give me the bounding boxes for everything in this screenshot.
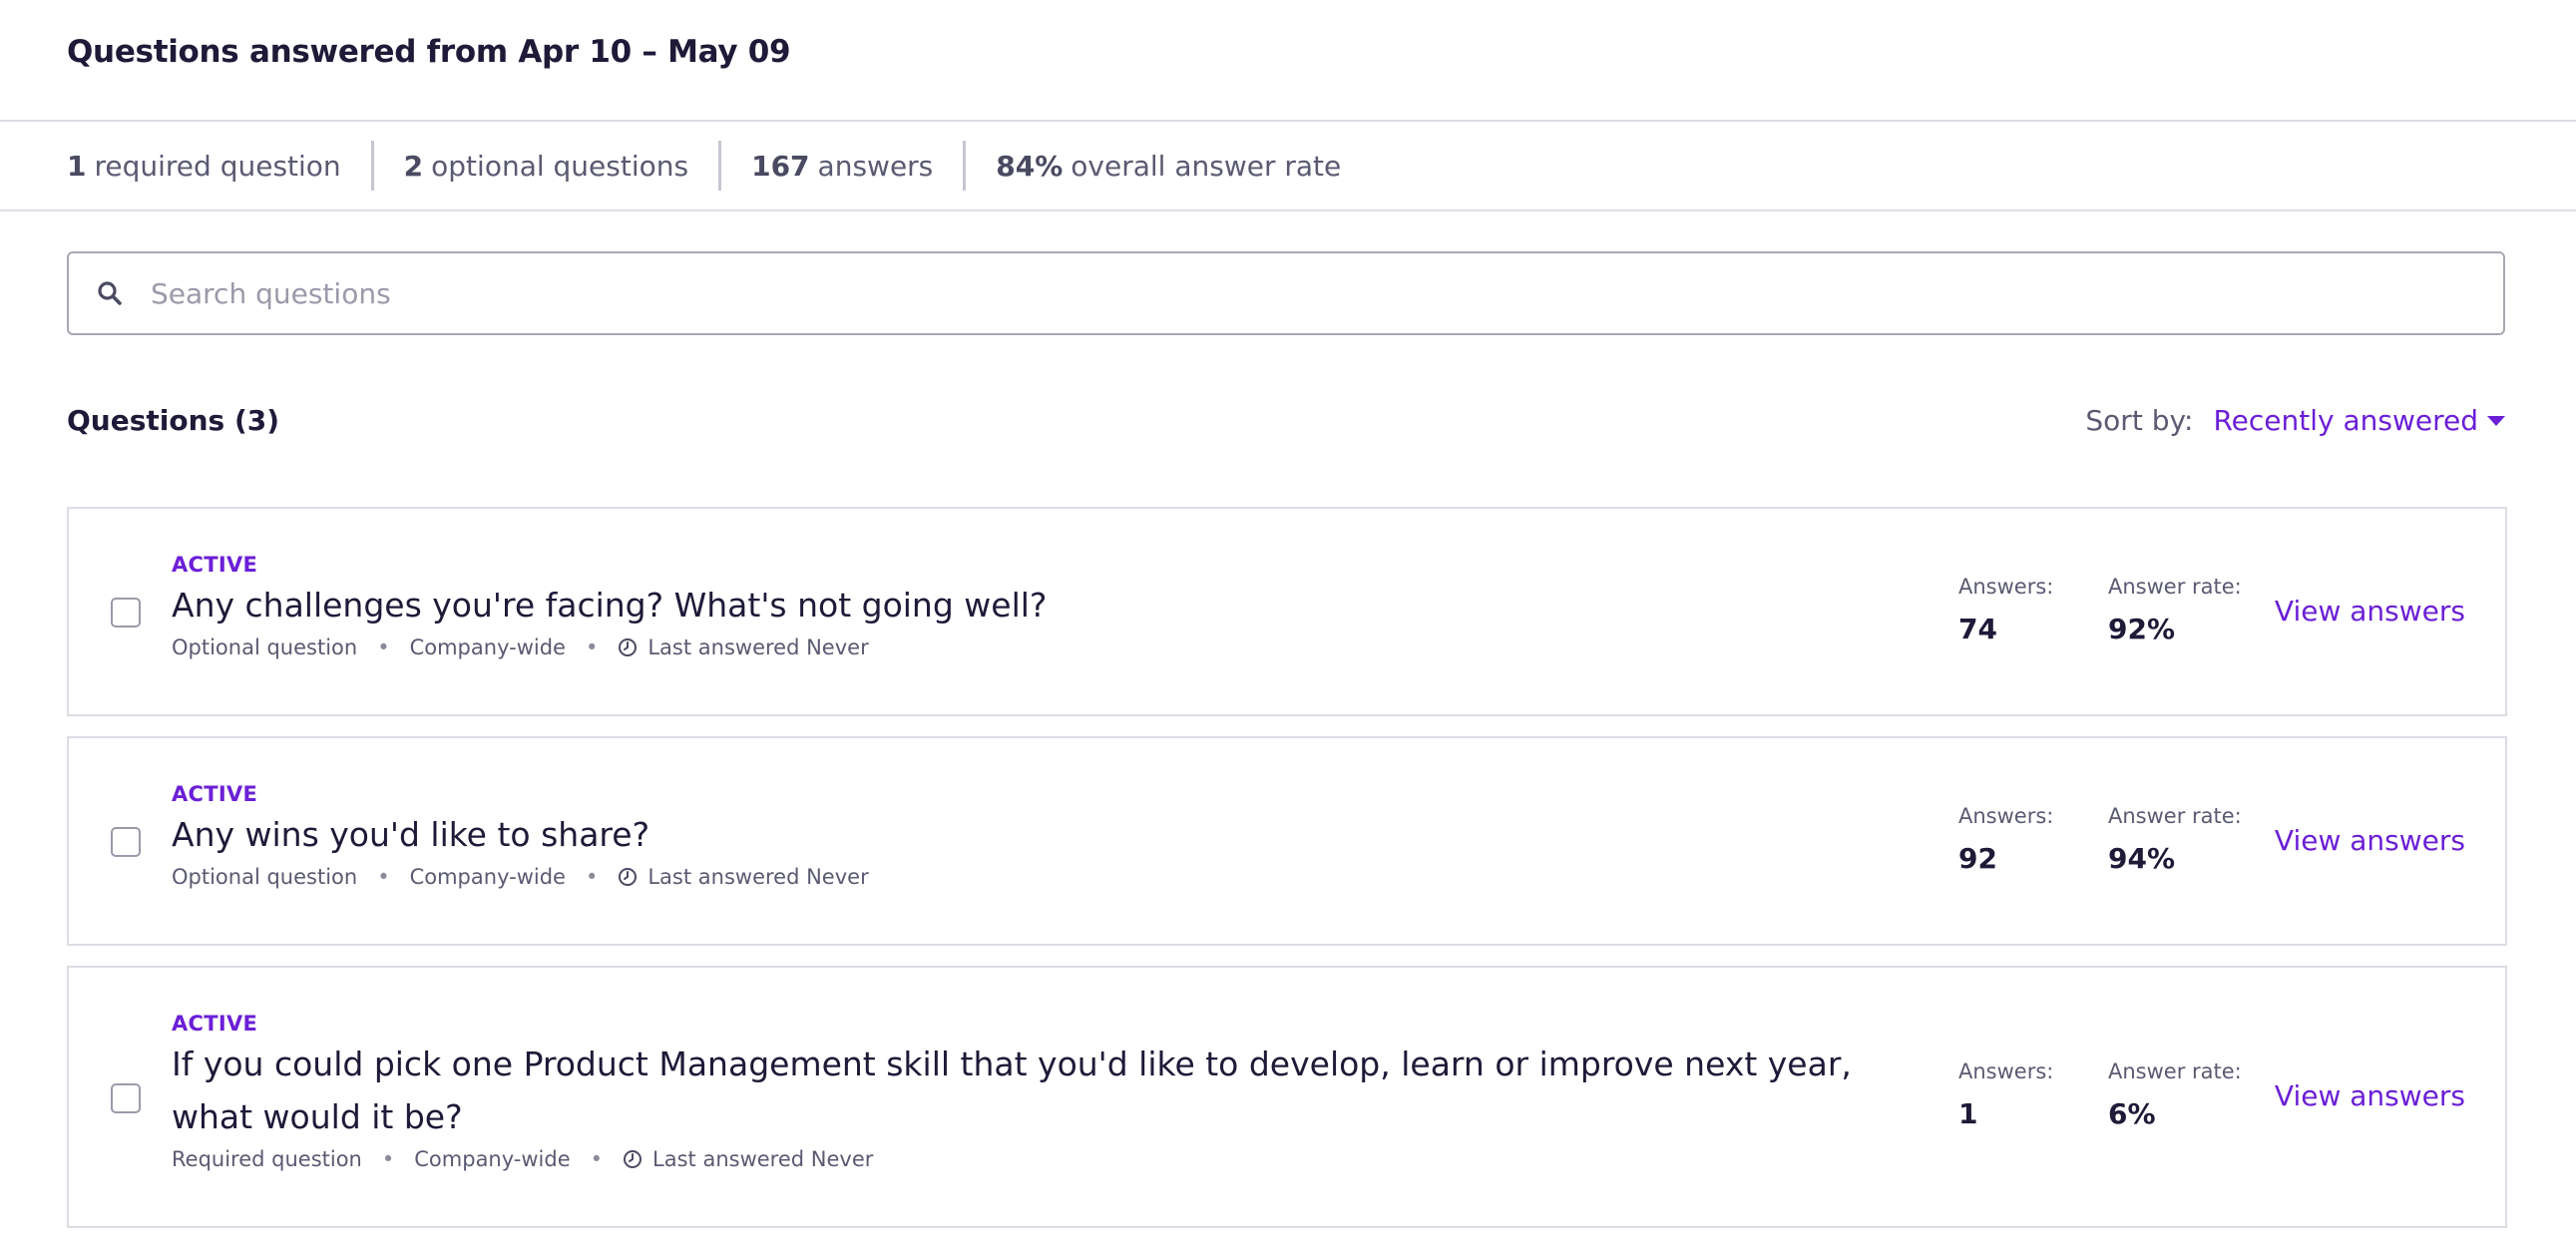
clock-icon [619,868,638,886]
stat-optional: 2 optional questions [404,142,688,190]
answer-rate-label: Answer rate: [2108,575,2242,599]
answer-rate-metric: Answer rate: 94% [2108,804,2242,875]
question-card: ACTIVE Any challenges you're facing? Wha… [67,507,2507,716]
question-meta: Required question • Company-wide • Last … [172,1147,1887,1171]
stat-value: 167 [751,149,810,183]
status-badge: ACTIVE [172,1012,258,1036]
stat-label: optional questions [431,149,689,183]
question-checkbox[interactable] [111,598,141,628]
answer-rate-value: 94% [2108,842,2176,875]
search-icon [98,281,122,305]
answers-metric: Answers: 74 [1958,575,2053,645]
answers-label: Answers: [1958,804,2054,828]
question-checkbox[interactable] [111,827,141,857]
stat-value: 2 [403,149,424,183]
question-type: Required question [172,1147,362,1171]
stat-divider [963,141,967,191]
clock-icon [619,638,638,656]
search-input[interactable] [149,275,2348,311]
sort-value: Recently answered [2213,404,2478,437]
answer-rate-metric: Answer rate: 6% [2108,1059,2242,1130]
sort-label: Sort by: [2085,404,2194,437]
last-answered: Last answered Never [647,635,869,659]
questions-heading: Questions (3) [67,404,280,437]
answer-rate-label: Answer rate: [2108,1059,2242,1083]
answers-label: Answers: [1958,575,2054,599]
answers-metric: Answers: 92 [1958,804,2053,875]
question-card: ACTIVE If you could pick one Product Man… [67,966,2507,1228]
view-answers-link[interactable]: View answers [2275,595,2465,628]
last-answered: Last answered Never [652,1147,874,1171]
separator-dot: • [585,865,599,889]
stat-value: 84% [996,149,1064,183]
separator-dot: • [590,1147,604,1171]
question-scope: Company-wide [409,865,566,889]
separator-dot: • [381,1147,395,1171]
answer-rate-label: Answer rate: [2108,804,2242,828]
stat-answers: 167 answers [751,142,933,190]
question-text: Any challenges you're facing? What's not… [172,586,1048,625]
stat-label: overall answer rate [1071,149,1342,183]
summary-stats: 1 required question 2 optional questions 1… [0,122,2576,211]
answers-metric: Answers: 1 [1958,1059,2053,1130]
answers-label: Answers: [1958,1059,2054,1083]
answer-rate-value: 6% [2108,1097,2156,1130]
view-answers-link[interactable]: View answers [2275,824,2465,857]
stat-answer-rate: 84% overall answer rate [996,142,1341,190]
question-scope: Company-wide [409,635,566,659]
stat-value: 1 [67,149,87,183]
question-type: Optional question [172,635,358,659]
answers-value: 1 [1958,1097,1978,1130]
separator-dot: • [585,635,599,659]
question-card: ACTIVE Any wins you'd like to share? Opt… [67,736,2507,946]
stat-divider [370,141,374,191]
question-checkbox[interactable] [111,1083,141,1113]
caret-down-icon [2487,415,2505,426]
question-text: If you could pick one Product Management… [172,1045,1852,1136]
page-title: Questions answered from Apr 10 – May 09 [67,34,791,70]
search-box[interactable] [67,251,2505,335]
question-meta: Optional question • Company-wide • Last … [172,635,1857,659]
answers-value: 92 [1958,842,1997,875]
separator-dot: • [377,635,390,659]
clock-icon [624,1150,643,1168]
sort-control: Sort by: Recently answered [2085,404,2506,437]
stat-required: 1 required question [67,142,341,190]
view-answers-link[interactable]: View answers [2275,1079,2465,1112]
page-header: Questions answered from Apr 10 – May 09 [0,0,2576,122]
separator-dot: • [377,865,390,889]
status-badge: ACTIVE [172,553,258,577]
answers-value: 74 [1958,613,1997,645]
question-body: ACTIVE Any challenges you're facing? Wha… [172,553,1857,659]
question-meta: Optional question • Company-wide • Last … [172,865,1857,889]
question-text: Any wins you'd like to share? [172,815,650,854]
last-answered: Last answered Never [647,865,869,889]
question-body: ACTIVE Any wins you'd like to share? Opt… [172,782,1857,889]
question-type: Optional question [172,865,358,889]
answer-rate-value: 92% [2108,613,2176,645]
status-badge: ACTIVE [172,782,258,806]
stat-label: answers [817,149,934,183]
question-body: ACTIVE If you could pick one Product Man… [172,1012,1887,1171]
sort-dropdown[interactable]: Recently answered [2213,404,2506,437]
stat-divider [718,141,722,191]
question-scope: Company-wide [414,1147,571,1171]
stat-label: required question [94,149,341,183]
answer-rate-metric: Answer rate: 92% [2108,575,2242,645]
